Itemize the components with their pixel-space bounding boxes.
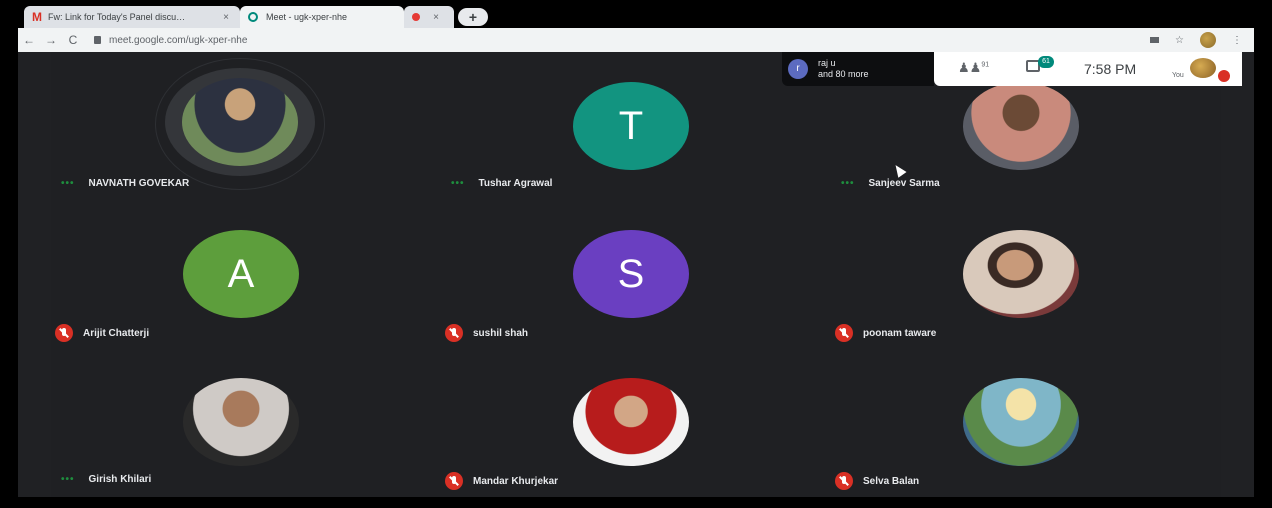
lock-icon — [94, 36, 101, 44]
tab-gmail[interactable]: M Fw: Link for Today's Panel discu… × — [24, 6, 240, 28]
participant-letter-avatar: T — [573, 82, 689, 170]
participant-tile[interactable]: Selva Balan — [831, 368, 1221, 508]
participant-photo — [963, 230, 1079, 318]
reload-button[interactable]: C — [62, 33, 84, 47]
tab-meet[interactable]: Meet - ugk-xper-nhe — [240, 6, 404, 28]
url-text: meet.google.com/ugk-xper-nhe — [109, 34, 248, 46]
participant-name: Sanjeev Sarma — [868, 178, 940, 189]
avatar-letter: S — [617, 251, 645, 296]
participant-tile[interactable]: ••• Girish Khilari — [51, 368, 441, 508]
participant-name: Mandar Khurjekar — [473, 475, 559, 487]
close-tab-icon[interactable]: × — [220, 12, 232, 23]
forward-button[interactable]: → — [40, 33, 62, 47]
participant-name: Arijit Chatterji — [83, 327, 150, 339]
participant-tile[interactable]: T ••• Tushar Agrawal — [441, 72, 831, 220]
presenter-name: raj u — [818, 58, 836, 68]
meeting-clock: 7:58 PM — [1084, 61, 1137, 77]
speaking-indicator: ••• — [61, 178, 75, 189]
close-tab-icon[interactable]: × — [430, 12, 442, 23]
participant-grid: ••• NAVNATH GOVEKAR T ••• Tushar Agrawal… — [51, 52, 1221, 497]
participant-photo — [183, 378, 299, 466]
participant-letter-avatar: A — [183, 230, 299, 318]
tab-title: Meet - ugk-xper-nhe — [266, 12, 348, 22]
speaking-indicator: ••• — [841, 178, 855, 189]
participant-photo — [182, 78, 298, 166]
participant-photo — [963, 378, 1079, 466]
avatar-letter: A — [227, 251, 255, 296]
people-count: 91 — [981, 61, 990, 69]
participant-name: Girish Khilari — [88, 474, 152, 485]
tab-recording[interactable]: × — [404, 6, 454, 28]
menu-icon[interactable]: ⋮ — [1232, 35, 1242, 46]
back-button[interactable]: ← — [18, 33, 40, 47]
gmail-icon: M — [32, 10, 42, 24]
self-mic-muted-icon[interactable] — [1218, 70, 1230, 82]
new-tab-button[interactable]: + — [458, 8, 488, 26]
mic-muted-icon — [445, 472, 463, 490]
presenter-more: and 80 more — [818, 69, 869, 79]
participant-name: NAVNATH GOVEKAR — [88, 178, 190, 189]
participant-name: Selva Balan — [863, 475, 920, 487]
participant-name: Tushar Agrawal — [478, 178, 553, 189]
meet-icon — [248, 12, 258, 22]
people-button[interactable]: ♟♟91 — [958, 60, 989, 76]
participant-letter-avatar: S — [573, 230, 689, 318]
self-label: You — [1172, 72, 1184, 79]
participant-photo — [573, 378, 689, 466]
browser-toolbar: ← → C meet.google.com/ugk-xper-nhe ☆ ⋮ — [18, 28, 1254, 52]
recording-dot-icon — [412, 13, 420, 21]
participant-tile[interactable]: poonam taware — [831, 220, 1221, 368]
participant-name: sushil shah — [473, 327, 529, 339]
chat-count-badge: 61 — [1038, 56, 1054, 68]
meet-controls-panel: ♟♟91 61 7:58 PM You — [934, 52, 1242, 86]
camera-permission-icon[interactable] — [1150, 37, 1160, 43]
mic-muted-icon — [55, 324, 73, 342]
presenter-summary[interactable]: r raj u and 80 more — [782, 52, 934, 86]
participant-tile[interactable]: ••• Sanjeev Sarma — [831, 72, 1221, 220]
mic-muted-icon — [445, 324, 463, 342]
speaking-indicator: ••• — [451, 178, 465, 189]
mic-muted-icon — [835, 472, 853, 490]
participant-tile[interactable]: ••• NAVNATH GOVEKAR — [51, 58, 441, 220]
speaking-indicator: ••• — [61, 474, 75, 485]
participant-name: poonam taware — [863, 327, 937, 339]
participant-tile[interactable]: S sushil shah — [441, 220, 831, 368]
bookmark-star-icon[interactable]: ☆ — [1175, 35, 1184, 46]
browser-tab-strip: M Fw: Link for Today's Panel discu… × Me… — [0, 0, 1272, 28]
participant-tile[interactable]: A Arijit Chatterji — [51, 220, 441, 368]
participant-tile[interactable]: Mandar Khurjekar — [441, 368, 831, 508]
participant-photo — [963, 82, 1079, 170]
presenter-avatar: r — [788, 59, 808, 79]
meet-area: ••• NAVNATH GOVEKAR T ••• Tushar Agrawal… — [18, 52, 1254, 497]
self-avatar[interactable] — [1190, 58, 1216, 78]
profile-avatar[interactable] — [1200, 32, 1216, 48]
mic-muted-icon — [835, 324, 853, 342]
screen-frame: M Fw: Link for Today's Panel discu… × Me… — [0, 0, 1272, 508]
avatar-letter: T — [618, 103, 644, 148]
tab-title: Fw: Link for Today's Panel discu… — [48, 12, 186, 22]
address-bar[interactable]: meet.google.com/ugk-xper-nhe — [94, 35, 247, 46]
